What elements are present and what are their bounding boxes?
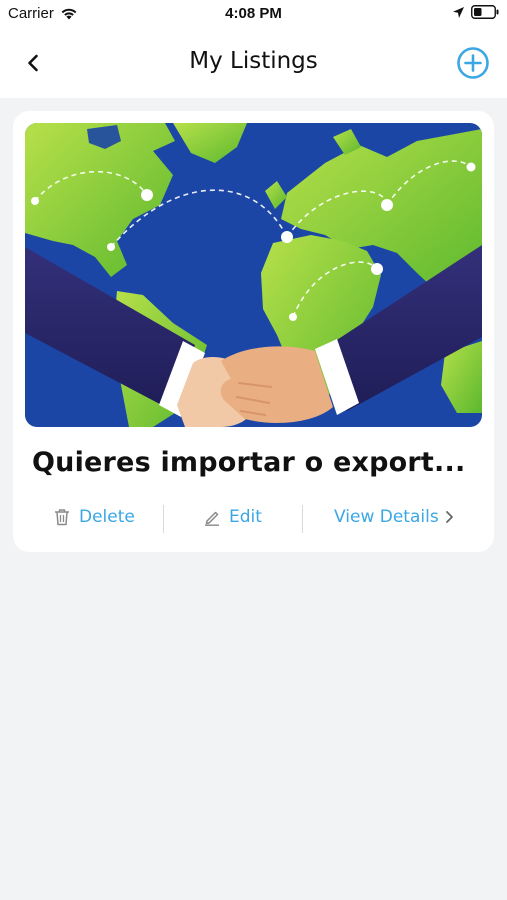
listing-actions: Delete Edit View Details: [13, 499, 494, 535]
nav-bar: My Listings: [0, 28, 507, 98]
listing-image: [25, 123, 482, 427]
view-details-button[interactable]: View Details: [334, 499, 454, 535]
listing-title: Quieres importar o export...: [32, 447, 466, 478]
world-handshake-illustration: [25, 123, 482, 427]
chevron-right-icon: [445, 511, 453, 523]
delete-button[interactable]: Delete: [54, 499, 135, 535]
action-divider: [163, 505, 164, 533]
view-details-label: View Details: [334, 507, 439, 527]
battery-icon: [471, 5, 499, 19]
pencil-icon: [205, 511, 219, 526]
status-time: 4:08 PM: [225, 5, 282, 22]
action-divider: [302, 505, 303, 533]
add-listing-button[interactable]: [456, 46, 490, 80]
page-title: My Listings: [189, 48, 318, 74]
status-bar: Carrier 4:08 PM: [0, 0, 507, 28]
status-right: [452, 5, 499, 19]
delete-label: Delete: [79, 507, 135, 527]
location-arrow-icon: [453, 6, 464, 18]
trash-icon: [55, 509, 69, 526]
listing-card[interactable]: Quieres importar o export... Delete Edit…: [13, 111, 494, 552]
edit-button[interactable]: Edit: [204, 499, 262, 535]
edit-label: Edit: [229, 507, 262, 527]
